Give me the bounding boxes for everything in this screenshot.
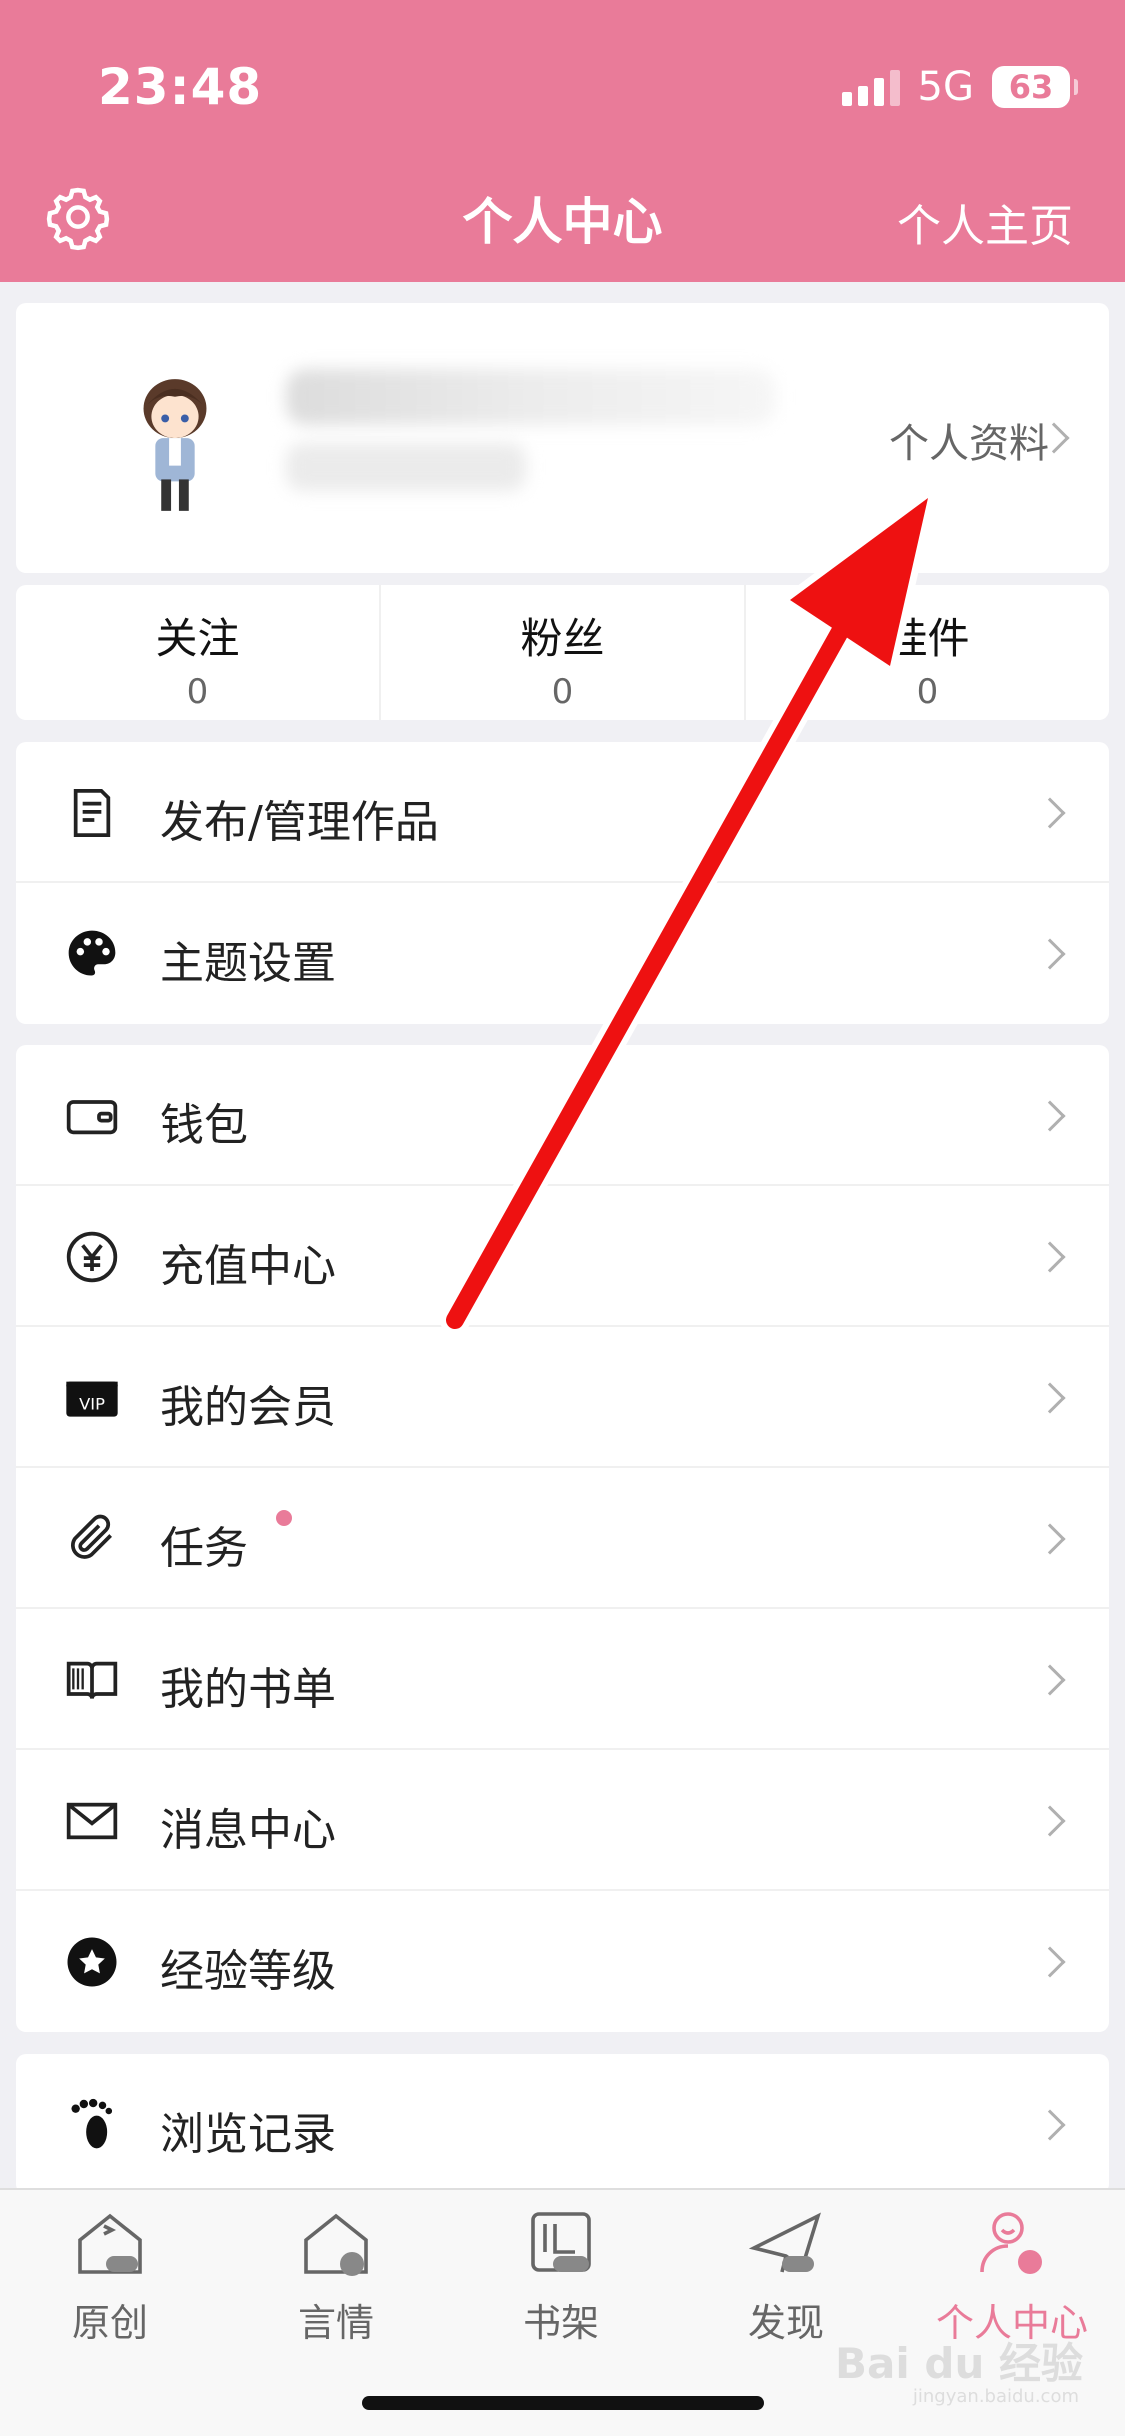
watermark-logo: Bai du 经验 [835, 2339, 1083, 2388]
stat-value: 0 [186, 672, 209, 712]
menu-label: 我的书单 [160, 1664, 336, 1715]
tab-label: 原创 [71, 2301, 148, 2345]
stat-label: 挂件 [885, 614, 970, 663]
menu-label: 浏览记录 [160, 2109, 336, 2160]
personal-homepage-link[interactable]: 个人主页 [897, 190, 1073, 254]
menu-item-messages[interactable]: 消息中心 [16, 1750, 1109, 1891]
menu-label: 消息中心 [160, 1805, 336, 1856]
document-icon [73, 788, 111, 838]
chevron-right-icon [1034, 1523, 1066, 1555]
status-time: 23:48 [98, 58, 263, 116]
menu-item-history[interactable]: 浏览记录 [16, 2054, 1109, 2194]
notification-dot [276, 1510, 292, 1526]
footprint-icon [71, 2098, 113, 2149]
chevron-right-icon [1034, 1805, 1066, 1837]
status-indicators: 5G 63 [841, 62, 1078, 112]
discover-icon [748, 2212, 821, 2273]
menu-item-booklist[interactable]: 我的书单 [16, 1609, 1109, 1750]
menu-item-publish[interactable]: 发布/管理作品 [16, 742, 1109, 883]
menu-label: 经验等级 [160, 1946, 336, 1997]
chevron-right-icon [1034, 1100, 1066, 1132]
battery-icon: 63 [992, 66, 1078, 108]
avatar[interactable] [116, 369, 234, 519]
mail-icon [66, 1802, 118, 1840]
tab-discover[interactable]: 发现 [706, 2204, 866, 2347]
tab-original[interactable]: 原创 [30, 2204, 190, 2347]
username-blurred [286, 369, 776, 425]
menu-item-theme[interactable]: 主题设置 [16, 883, 1109, 1024]
home-indicator[interactable] [362, 2396, 764, 2410]
star-badge-icon [67, 1937, 117, 1987]
chevron-right-icon [1034, 1946, 1066, 1978]
menu-item-tasks[interactable]: 任务 [16, 1468, 1109, 1609]
profile-card[interactable]: 个人资料 [16, 303, 1109, 573]
menu-group-works: 发布/管理作品 主题设置 [16, 742, 1109, 1024]
menu-group-account: 钱包 充值中心 VIP 我的会员 任务 我的书单 消息中心 经验等级 [16, 1045, 1109, 2032]
stat-value: 0 [916, 672, 939, 712]
chevron-right-icon [1034, 1664, 1066, 1696]
menu-item-wallet[interactable]: 钱包 [16, 1045, 1109, 1186]
stat-fans[interactable]: 粉丝 0 [379, 585, 744, 720]
bookshelf-icon [531, 2212, 591, 2272]
menu-item-level[interactable]: 经验等级 [16, 1891, 1109, 2032]
tab-label: 言情 [297, 2301, 374, 2345]
menu-item-recharge[interactable]: 充值中心 [16, 1186, 1109, 1327]
menu-label: 充值中心 [160, 1241, 336, 1292]
profile-icon [980, 2212, 1042, 2274]
chevron-right-icon [1034, 938, 1066, 970]
user-id-blurred [286, 443, 526, 491]
top-header: 23:48 5G 63 个人中心 个人主页 [0, 0, 1125, 282]
profile-info-link[interactable]: 个人资料 [889, 411, 1049, 469]
stat-value: 0 [551, 672, 574, 712]
paperclip-icon [71, 1514, 112, 1559]
yen-icon [66, 1231, 118, 1283]
signal-icon [841, 68, 900, 106]
chevron-right-icon [1034, 1382, 1066, 1414]
vip-icon: VIP [66, 1381, 118, 1417]
book-icon [66, 1661, 118, 1699]
tab-profile[interactable]: 个人中心 [932, 2204, 1092, 2347]
palette-icon [68, 930, 116, 976]
stat-following[interactable]: 关注 0 [16, 585, 379, 720]
menu-label: 我的会员 [160, 1382, 336, 1433]
tab-romance[interactable]: 言情 [256, 2204, 416, 2347]
menu-item-membership[interactable]: VIP 我的会员 [16, 1327, 1109, 1468]
menu-label: 任务 [160, 1523, 248, 1574]
menu-label: 发布/管理作品 [160, 797, 439, 848]
original-icon [78, 2213, 142, 2274]
tab-label: 书架 [522, 2301, 599, 2345]
wallet-icon [66, 1100, 118, 1135]
menu-group-history: 浏览记录 [16, 2054, 1109, 2194]
stats-bar: 关注 0 粉丝 0 挂件 0 [16, 585, 1109, 720]
stat-label: 关注 [155, 614, 240, 663]
stat-pendant[interactable]: 挂件 0 [744, 585, 1109, 720]
chevron-right-icon [1034, 2109, 1066, 2141]
watermark-url: jingyan.baidu.com [912, 2386, 1079, 2407]
stat-label: 粉丝 [520, 614, 605, 663]
romance-icon [304, 2213, 368, 2276]
svg-text:VIP: VIP [79, 1395, 105, 1414]
menu-label: 主题设置 [160, 938, 336, 989]
tab-bookshelf[interactable]: 书架 [481, 2204, 641, 2347]
network-label: 5G [917, 64, 974, 110]
chevron-right-icon [1034, 1241, 1066, 1273]
menu-label: 钱包 [160, 1100, 248, 1151]
chevron-right-icon [1034, 797, 1066, 829]
